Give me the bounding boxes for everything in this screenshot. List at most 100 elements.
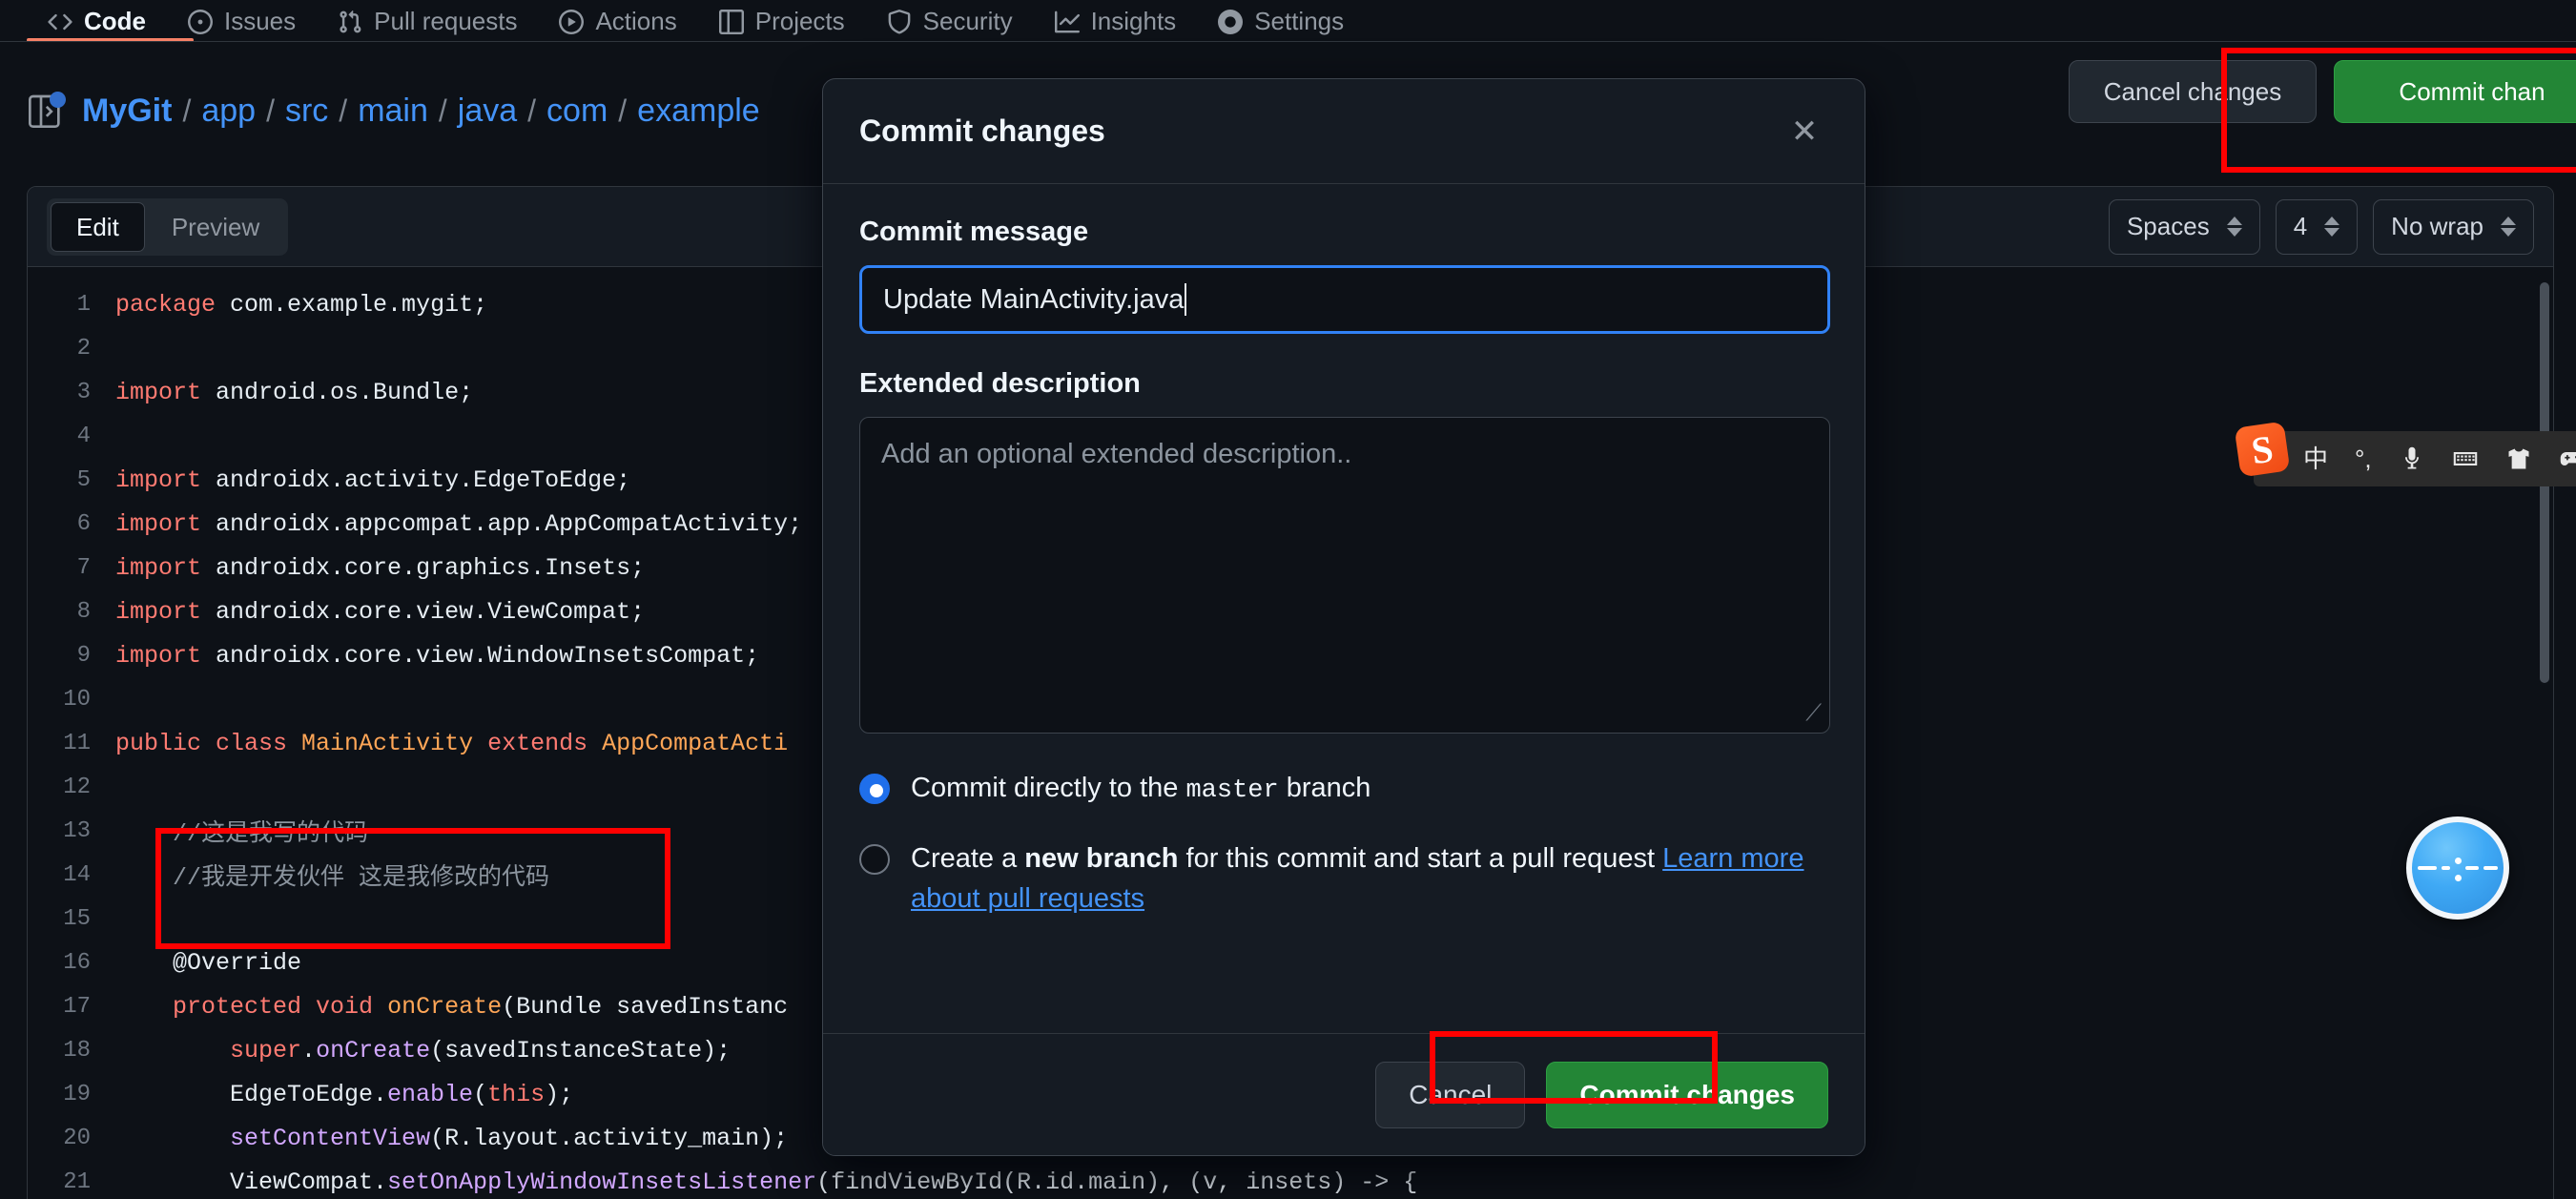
breadcrumb-part-com[interactable]: com (546, 93, 608, 130)
floating-assistant-ball[interactable] (2406, 817, 2509, 920)
nav-tab-code-label: Code (84, 7, 146, 35)
code-token: setOnApplyWindowInsetsListener (387, 1168, 817, 1196)
nav-tab-pull-requests[interactable]: Pull requests (317, 7, 538, 42)
nav-tab-insights[interactable]: Insights (1034, 7, 1198, 42)
code-token: androidx.activity.EdgeToEdge; (216, 465, 631, 494)
line-number: 20 (63, 1125, 91, 1151)
tab-preview[interactable]: Preview (147, 202, 284, 252)
chinese-mode-icon[interactable]: 中 (2303, 446, 2328, 471)
sogou-logo-icon[interactable]: S (2234, 421, 2291, 478)
line-number: 6 (76, 510, 91, 537)
code-token: setContentView (230, 1124, 431, 1152)
radio-new-branch-row[interactable]: Create a new branch for this commit and … (859, 838, 1828, 919)
punctuation-icon[interactable]: °, (2355, 446, 2372, 471)
code-token: import (115, 641, 216, 670)
code-token: ); (545, 1080, 574, 1108)
code-token: import (115, 597, 216, 626)
breadcrumb-repo[interactable]: MyGit (82, 93, 172, 130)
dialog-header: Commit changes ✕ (823, 79, 1865, 184)
nav-tab-code[interactable]: Code (27, 7, 167, 42)
radio-new-branch[interactable] (859, 844, 890, 876)
line-number: 21 (63, 1168, 91, 1195)
nav-divider (0, 41, 2576, 42)
nav-tab-settings[interactable]: Settings (1197, 7, 1365, 42)
extended-description-input[interactable]: Add an optional extended description.. ⟋ (859, 417, 1830, 734)
code-token: package (115, 290, 231, 319)
radio-new-branch-label: Create a new branch for this commit and … (911, 838, 1817, 919)
branch-name: master (1185, 776, 1279, 805)
dialog-body: Commit message Update MainActivity.java … (823, 184, 1865, 919)
microphone-icon[interactable] (2399, 445, 2425, 472)
commit-message-input[interactable]: Update MainActivity.java (859, 265, 1830, 334)
code-token: enable (387, 1080, 474, 1108)
code-line-text: public class MainActivity extends AppCom… (115, 730, 788, 757)
line-number: 11 (63, 730, 91, 756)
breadcrumb-part-main[interactable]: main (358, 93, 428, 130)
sogou-ime-toolbar[interactable]: 中 °, (2254, 431, 2576, 486)
line-number: 2 (76, 335, 91, 362)
breadcrumb-part-java[interactable]: java (458, 93, 517, 130)
code-token: ( (473, 1080, 488, 1108)
line-number: 10 (63, 686, 91, 713)
commit-message-value: Update MainActivity.java (883, 283, 1185, 315)
code-token: onCreate (316, 1036, 431, 1065)
nav-tab-actions[interactable]: Actions (538, 7, 697, 42)
tab-edit[interactable]: Edit (51, 201, 145, 252)
chevron-updown-icon (2324, 217, 2340, 237)
indent-size-select[interactable]: 4 (2275, 198, 2359, 255)
nav-tab-issues[interactable]: Issues (167, 7, 317, 42)
line-number: 16 (63, 949, 91, 976)
code-icon (48, 10, 72, 34)
wrap-mode-select[interactable]: No wrap (2373, 198, 2534, 255)
radio-commit-directly-row[interactable]: Commit directly to the master branch (859, 768, 1828, 810)
line-number: 12 (63, 774, 91, 800)
line-number: 5 (76, 466, 91, 493)
keyboard-icon[interactable] (2452, 445, 2479, 472)
line-number: 18 (63, 1037, 91, 1064)
line-number: 14 (63, 861, 91, 888)
radio-newbranch-prefix: Create a (911, 843, 1025, 875)
gamepad-icon[interactable] (2559, 445, 2576, 472)
dialog-footer: Cancel Commit changes (823, 1033, 1865, 1155)
code-token: import (115, 465, 216, 494)
code-token: protected void (173, 992, 388, 1021)
resize-grip-icon[interactable]: ⟋ (1805, 700, 1822, 727)
nav-tab-projects[interactable]: Projects (698, 7, 866, 42)
nav-tab-security[interactable]: Security (866, 7, 1034, 42)
breadcrumb-part-app[interactable]: app (201, 93, 256, 130)
issue-opened-icon (188, 9, 213, 34)
indent-mode-select[interactable]: Spaces (2108, 198, 2260, 255)
repo-nav: Code Issues Pull requests Actions Projec… (0, 0, 2576, 42)
chevron-updown-icon (2501, 217, 2516, 237)
line-number: 7 (76, 554, 91, 581)
code-line-text: protected void onCreate(Bundle savedInst… (115, 993, 788, 1021)
breadcrumb-separator: / (618, 93, 628, 128)
code-line-text: super.onCreate(savedInstanceState); (115, 1037, 731, 1065)
breadcrumb-part-src[interactable]: src (285, 93, 328, 130)
nav-tab-insights-label: Insights (1090, 7, 1177, 35)
dialog-commit-changes-button[interactable]: Commit changes (1546, 1061, 1828, 1128)
radio-commit-directly[interactable] (859, 774, 890, 804)
chevron-updown-icon (2226, 217, 2242, 237)
code-line-text: import androidx.core.view.ViewCompat; (115, 598, 645, 626)
commit-changes-top-button[interactable]: Commit chan (2334, 60, 2576, 123)
cancel-changes-button[interactable]: Cancel changes (2069, 60, 2317, 123)
code-line-text: ViewCompat.setOnApplyWindowInsetsListene… (115, 1168, 1417, 1196)
radio-commit-directly-label: Commit directly to the master branch (911, 768, 1370, 810)
radio-newbranch-suffix: for this commit and start a pull request (1178, 843, 1663, 875)
close-icon[interactable]: ✕ (1781, 108, 1828, 155)
line-number: 3 (76, 379, 91, 405)
breadcrumb-separator: / (182, 93, 192, 128)
line-number: 4 (76, 423, 91, 449)
code-token: import (115, 378, 216, 406)
nav-tab-issues-label: Issues (224, 7, 297, 35)
commit-changes-dialog: Commit changes ✕ Commit message Update M… (822, 78, 1865, 1156)
line-number: 1 (76, 291, 91, 318)
code-token: import (115, 553, 216, 582)
radio-newbranch-bold: new branch (1024, 843, 1179, 875)
breadcrumb-part-example[interactable]: example (637, 93, 760, 130)
dialog-cancel-button[interactable]: Cancel (1375, 1061, 1526, 1128)
skin-icon[interactable] (2505, 445, 2532, 472)
